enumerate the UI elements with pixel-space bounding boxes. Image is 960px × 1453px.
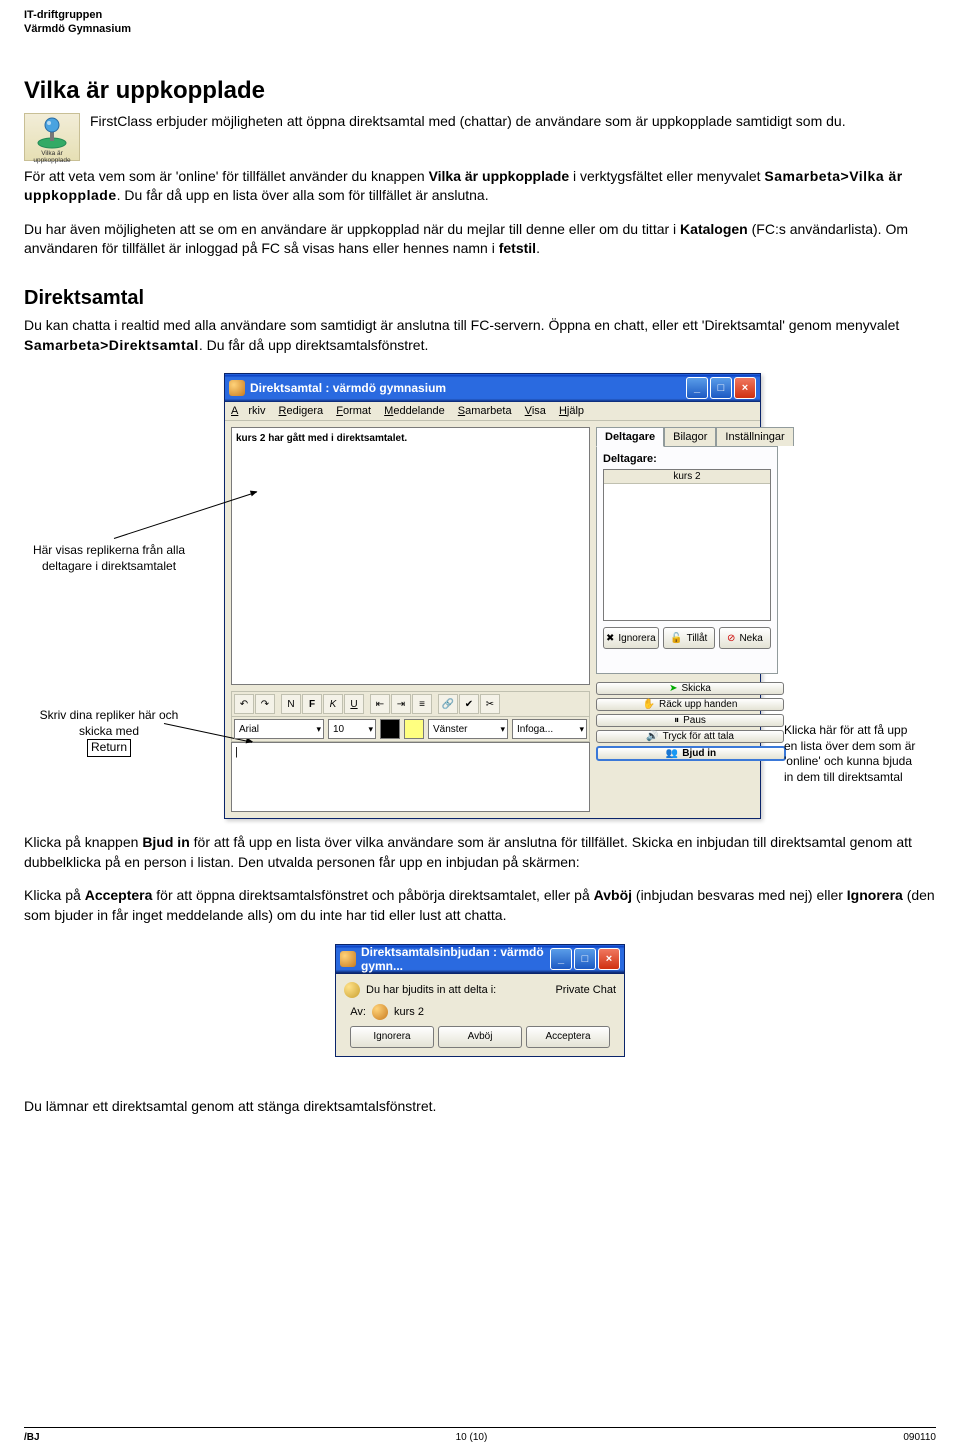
intro-paragraph-2: För att veta vem som är 'online' för til… — [24, 167, 936, 206]
format-toolbar[interactable]: ↶ ↷ N F K U ⇤ ⇥ ≡ 🔗 — [231, 691, 590, 717]
font-select[interactable]: Arial — [234, 719, 324, 739]
person-plus-icon: 👥 — [666, 748, 678, 759]
hand-icon: ✋ — [643, 699, 655, 710]
invite-window-title: Direktsamtalsinbjudan : värmdö gymn... — [361, 945, 550, 973]
page-footer: /BJ 10 (10) 090110 — [24, 1427, 936, 1443]
invite-titlebar[interactable]: Direktsamtalsinbjudan : värmdö gymn... _… — [335, 944, 625, 974]
tab-deltagare[interactable]: Deltagare — [596, 427, 664, 447]
menu-arkiv[interactable]: Arkiv — [231, 405, 265, 417]
paragraph-bjudin: Klicka på knappen Bjud in för att få upp… — [24, 833, 936, 872]
raise-hand-button[interactable]: ✋Räck upp handen — [596, 698, 784, 711]
tool-undo-icon[interactable]: ↶ — [234, 694, 254, 714]
footer-page: 10 (10) — [456, 1432, 488, 1443]
highlight-color-picker[interactable] — [404, 719, 424, 739]
tool-outdent-icon[interactable]: ⇤ — [370, 694, 390, 714]
invite-button[interactable]: 👥Bjud in — [596, 746, 786, 761]
paragraph-leave: Du lämnar ett direktsamtal genom att stä… — [24, 1097, 936, 1117]
tab-installningar[interactable]: Inställningar — [716, 427, 793, 446]
annotation-compose: Skriv dina repliker här och skicka med R… — [24, 708, 194, 757]
text-color-picker[interactable] — [380, 719, 400, 739]
insert-select[interactable]: Infoga... — [512, 719, 587, 739]
invite-from-label: Av: — [344, 1006, 366, 1018]
participants-list[interactable]: kurs 2 — [603, 469, 771, 621]
maximize-button[interactable]: □ — [574, 948, 596, 970]
maximize-button[interactable]: □ — [710, 377, 732, 399]
invite-window: Direktsamtalsinbjudan : värmdö gymn... _… — [335, 944, 625, 1057]
invite-ignore-button[interactable]: Ignorera — [350, 1026, 434, 1048]
chat-window: Direktsamtal : värmdö gymnasium _ □ × Ar… — [224, 373, 761, 819]
close-button[interactable]: × — [598, 948, 620, 970]
app-icon — [340, 951, 356, 967]
ignore-button[interactable]: ✖Ignorera — [603, 627, 659, 649]
transcript-area[interactable]: kurs 2 har gått med i direktsamtalet. — [231, 427, 590, 685]
intro-paragraph-1: FirstClass erbjuder möjligheten att öppn… — [90, 113, 846, 129]
invite-decline-button[interactable]: Avböj — [438, 1026, 522, 1048]
paragraph-katalogen: Du har även möjligheten att se om en anv… — [24, 220, 936, 259]
close-button[interactable]: × — [734, 377, 756, 399]
tool-italic-icon[interactable]: K — [323, 694, 343, 714]
tool-indent-icon[interactable]: ⇥ — [391, 694, 411, 714]
annotation-transcript: Här visas replikerna från alla deltagare… — [24, 543, 194, 574]
send-button[interactable]: ➤Skicka — [596, 682, 784, 695]
minimize-button[interactable]: _ — [550, 948, 572, 970]
minimize-button[interactable]: _ — [686, 377, 708, 399]
menu-samarbeta[interactable]: Samarbeta — [458, 405, 512, 417]
invite-from-value: kurs 2 — [394, 1006, 424, 1018]
window-title: Direktsamtal : värmdö gymnasium — [250, 381, 686, 395]
no-entry-icon: ⊘ — [727, 633, 735, 644]
menu-meddelande[interactable]: Meddelande — [384, 405, 445, 417]
person-x-icon: ✖ — [606, 633, 614, 644]
chat-icon — [344, 982, 360, 998]
paragraph-direktsamtal-intro: Du kan chatta i realtid med alla använda… — [24, 316, 936, 355]
participants-list-header[interactable]: kurs 2 — [604, 470, 770, 484]
pause-icon: ⏸ — [674, 715, 679, 726]
menu-format[interactable]: Format — [336, 405, 371, 417]
participants-label: Deltagare: — [603, 453, 771, 465]
menu-hjalp[interactable]: Hjälp — [559, 405, 584, 417]
menubar[interactable]: Arkiv Redigera Format Meddelande Samarbe… — [225, 402, 760, 421]
invite-accept-button[interactable]: Acceptera — [526, 1026, 610, 1048]
tool-normal-icon[interactable]: N — [281, 694, 301, 714]
unlock-icon: 🔓 — [670, 633, 682, 644]
tool-attach-icon[interactable]: ✂ — [480, 694, 500, 714]
tab-pane-deltagare: Deltagare: kurs 2 ✖Ignorera 🔓Tillåt ⊘Nek… — [596, 446, 778, 674]
tool-bullets-icon[interactable]: ≡ — [412, 694, 432, 714]
text-cursor: | — [235, 746, 238, 758]
return-key-label: Return — [87, 739, 131, 757]
invite-msg-value: Private Chat — [555, 984, 616, 996]
allow-button[interactable]: 🔓Tillåt — [663, 627, 715, 649]
tool-underline-icon[interactable]: U — [344, 694, 364, 714]
paragraph-accept: Klicka på Acceptera för att öppna direkt… — [24, 886, 936, 925]
tool-check-icon[interactable]: ✔ — [459, 694, 479, 714]
push-to-talk-button[interactable]: 🔊Tryck för att tala — [596, 730, 784, 743]
tool-link-icon[interactable]: 🔗 — [438, 694, 458, 714]
format-toolbar-2[interactable]: Arial 10 Vänster Infoga... — [231, 717, 590, 742]
tool-redo-icon[interactable]: ↷ — [255, 694, 275, 714]
footer-date: 090110 — [903, 1432, 936, 1443]
doc-header-line2: Värmdö Gymnasium — [24, 22, 936, 36]
deny-button[interactable]: ⊘Neka — [719, 627, 771, 649]
send-icon: ➤ — [669, 683, 677, 694]
app-icon — [229, 380, 245, 396]
titlebar[interactable]: Direktsamtal : värmdö gymnasium _ □ × — [225, 374, 760, 402]
size-select[interactable]: 10 — [328, 719, 376, 739]
pause-button[interactable]: ⏸Paus — [596, 714, 784, 727]
doc-header-line1: IT-driftgruppen — [24, 8, 936, 22]
annotation-invite: Klicka här för att få upp en lista över … — [784, 723, 924, 785]
menu-redigera[interactable]: Redigera — [279, 405, 324, 417]
invite-msg-label: Du har bjudits in att delta i: — [366, 984, 496, 996]
heading-uppkopplade: Vilka är uppkopplade — [24, 77, 936, 105]
who-is-online-icon: Vilka är uppkopplade — [24, 113, 80, 161]
speaker-icon: 🔊 — [646, 731, 658, 742]
heading-direktsamtal: Direktsamtal — [24, 287, 936, 310]
tool-bold-icon[interactable]: F — [302, 694, 322, 714]
person-icon — [372, 1004, 388, 1020]
compose-area[interactable]: | — [231, 742, 590, 812]
menu-visa[interactable]: Visa — [525, 405, 546, 417]
tab-bilagor[interactable]: Bilagor — [664, 427, 716, 446]
align-select[interactable]: Vänster — [428, 719, 508, 739]
footer-author: /BJ — [24, 1432, 40, 1443]
log-line: kurs 2 har gått med i direktsamtalet. — [236, 433, 407, 444]
